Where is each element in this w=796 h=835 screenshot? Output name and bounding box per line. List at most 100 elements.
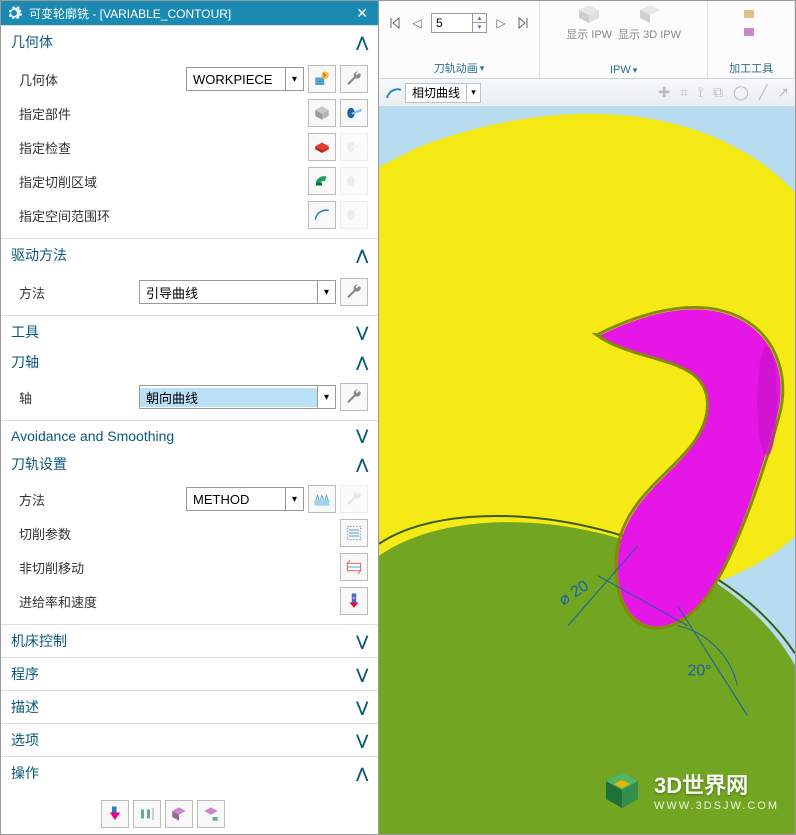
play-fwd-icon[interactable]: ▷ bbox=[493, 15, 509, 31]
section-machine-control[interactable]: 机床控制 ⋁ bbox=[1, 624, 378, 657]
spec-cutarea-label: 指定切削区域 bbox=[19, 172, 139, 191]
section-description[interactable]: 描述⋁ bbox=[1, 690, 378, 723]
ribbon-group-toolpath-label: 刀轨动画 bbox=[434, 60, 478, 76]
ribbon-icon-2[interactable] bbox=[743, 23, 759, 39]
section-drive-method[interactable]: 驱动方法 ⋀ bbox=[1, 238, 378, 271]
chevron-down-icon: ⋁ bbox=[357, 666, 368, 683]
spec-spacerange-flash-button[interactable] bbox=[340, 201, 368, 229]
spec-spacerange-label: 指定空间范围环 bbox=[19, 206, 139, 225]
dim-angle: 20° bbox=[688, 662, 712, 679]
display-3d-ipw-label[interactable]: 显示 3D IPW bbox=[618, 26, 681, 42]
dialog-title: 可变轮廓铣 - [VARIABLE_CONTOUR] bbox=[29, 5, 231, 22]
ribbon-group-tool-label: 加工工具 bbox=[729, 60, 773, 76]
chevron-down-icon: ⋁ bbox=[357, 699, 368, 716]
path-method-inherit-button[interactable] bbox=[308, 485, 336, 513]
display-ipw-label[interactable]: 显示 IPW bbox=[566, 26, 612, 42]
chevron-down-icon: ⋁ bbox=[357, 633, 368, 650]
wrench-button[interactable] bbox=[340, 65, 368, 93]
curve-filter-icon[interactable] bbox=[385, 85, 401, 101]
tool-glyph-circle[interactable]: ◯ bbox=[733, 84, 749, 101]
3d-viewport[interactable]: ⌀ 20 20° 3D世界网 WWW.3DSJW.COM bbox=[379, 107, 795, 834]
op-list-button[interactable] bbox=[197, 800, 225, 828]
op-verify-button[interactable] bbox=[165, 800, 193, 828]
section-header-label: 刀轨设置 bbox=[11, 454, 67, 474]
close-button[interactable]: ✕ bbox=[350, 5, 374, 22]
drive-method-value: 引导曲线 bbox=[140, 283, 317, 302]
spec-check-flash-button[interactable] bbox=[340, 133, 368, 161]
op-generate-button[interactable] bbox=[101, 800, 129, 828]
geometry-dropdown-value: WORKPIECE bbox=[187, 72, 285, 87]
path-method-dropdown[interactable]: METHOD ▾ bbox=[186, 487, 304, 511]
play-rev-icon[interactable]: ◁ bbox=[409, 15, 425, 31]
section-toolpath-settings[interactable]: 刀轨设置 ⋀ bbox=[1, 450, 378, 478]
path-method-value: METHOD bbox=[187, 492, 285, 507]
section-header-label: 机床控制 bbox=[11, 631, 67, 651]
dialog-titlebar: 可变轮廓铣 - [VARIABLE_CONTOUR] ✕ bbox=[1, 1, 378, 25]
spec-cutarea-select-button[interactable] bbox=[308, 167, 336, 195]
chevron-up-icon: ⋀ bbox=[357, 34, 368, 51]
axis-value: 朝向曲线 bbox=[140, 388, 317, 407]
tool-glyph-arrow[interactable]: ↗ bbox=[777, 84, 789, 101]
section-program[interactable]: 程序 ⋁ bbox=[1, 657, 378, 690]
spec-check-select-button[interactable] bbox=[308, 133, 336, 161]
spec-cutarea-flash-button[interactable] bbox=[340, 167, 368, 195]
section-header-label: Avoidance and Smoothing bbox=[11, 428, 174, 444]
ribbon: ◁ ▴▾ ▷ 刀轨动画 ▾ 显示 IPW 显示 3D IPW bbox=[379, 1, 795, 79]
section-header-label: 选项 bbox=[11, 730, 39, 750]
tool-glyph-link[interactable]: ⧉ bbox=[713, 84, 723, 101]
frame-spinner[interactable]: ▴▾ bbox=[431, 13, 487, 33]
section-operation[interactable]: 操作⋀ bbox=[1, 756, 378, 789]
ribbon-group-ipw-label: IPW bbox=[610, 64, 631, 76]
ribbon-icon-1[interactable] bbox=[743, 5, 759, 21]
spec-spacerange-select-button[interactable] bbox=[308, 201, 336, 229]
section-tool[interactable]: 工具 ⋁ bbox=[1, 315, 378, 348]
section-geometry[interactable]: 几何体 ⋀ bbox=[1, 25, 378, 58]
feed-button[interactable] bbox=[340, 587, 368, 615]
axis-dropdown[interactable]: 朝向曲线 ▾ bbox=[139, 385, 336, 409]
section-header-label: 工具 bbox=[11, 322, 39, 342]
play-fwd-end-icon[interactable] bbox=[515, 15, 531, 31]
tool-glyph-cell[interactable]: ⌗ bbox=[680, 84, 688, 101]
group-more-icon[interactable]: ▾ bbox=[480, 63, 485, 74]
spec-part-select-button[interactable] bbox=[308, 99, 336, 127]
section-tool-axis[interactable]: 刀轴 ⋀ bbox=[1, 348, 378, 376]
tool-glyph-cross[interactable]: ✚ bbox=[658, 84, 670, 101]
section-header-label: 操作 bbox=[11, 763, 39, 783]
cut-params-button[interactable] bbox=[340, 519, 368, 547]
axis-wrench-button[interactable] bbox=[340, 383, 368, 411]
axis-label: 轴 bbox=[19, 388, 139, 407]
tool-glyph-slash[interactable]: ╱ bbox=[759, 84, 767, 101]
spec-check-label: 指定检查 bbox=[19, 138, 139, 157]
spinner-down[interactable]: ▾ bbox=[472, 23, 486, 32]
drive-method-wrench-button[interactable] bbox=[340, 278, 368, 306]
tool-glyph-snap[interactable]: ⟟ bbox=[698, 84, 703, 101]
geometry-dropdown[interactable]: WORKPIECE ▾ bbox=[186, 67, 304, 91]
chevron-up-icon: ⋀ bbox=[357, 456, 368, 473]
feed-label: 进给率和速度 bbox=[19, 592, 139, 611]
spec-part-label: 指定部件 bbox=[19, 104, 139, 123]
spec-part-flash-button[interactable] bbox=[340, 99, 368, 127]
op-replay-button[interactable] bbox=[133, 800, 161, 828]
chevron-down-icon: ▾ bbox=[285, 488, 303, 510]
selection-rule-dropdown[interactable]: 相切曲线 ▾ bbox=[405, 83, 481, 103]
path-method-wrench-button[interactable] bbox=[340, 485, 368, 513]
cut-params-label: 切削参数 bbox=[19, 524, 139, 543]
chevron-down-icon: ▾ bbox=[466, 84, 480, 102]
play-rev-end-icon[interactable] bbox=[387, 15, 403, 31]
spinner-up[interactable]: ▴ bbox=[472, 14, 486, 23]
drive-method-dropdown[interactable]: 引导曲线 ▾ bbox=[139, 280, 336, 304]
section-header-label: 几何体 bbox=[11, 32, 53, 52]
group-more-icon[interactable]: ▾ bbox=[633, 65, 638, 76]
section-header-label: 程序 bbox=[11, 664, 39, 684]
noncut-button[interactable] bbox=[340, 553, 368, 581]
section-avoidance[interactable]: Avoidance and Smoothing ⋁ bbox=[1, 420, 378, 450]
section-header-label: 驱动方法 bbox=[11, 245, 67, 265]
frame-spinner-input[interactable] bbox=[432, 14, 472, 32]
watermark-line2: WWW.3DSJW.COM bbox=[654, 800, 779, 812]
geometry-create-button[interactable] bbox=[308, 65, 336, 93]
watermark-cube-icon bbox=[600, 768, 644, 812]
chevron-down-icon: ⋁ bbox=[357, 732, 368, 749]
section-options[interactable]: 选项 ⋁ bbox=[1, 723, 378, 756]
gear-icon bbox=[5, 4, 23, 22]
chevron-up-icon: ⋀ bbox=[357, 247, 368, 264]
